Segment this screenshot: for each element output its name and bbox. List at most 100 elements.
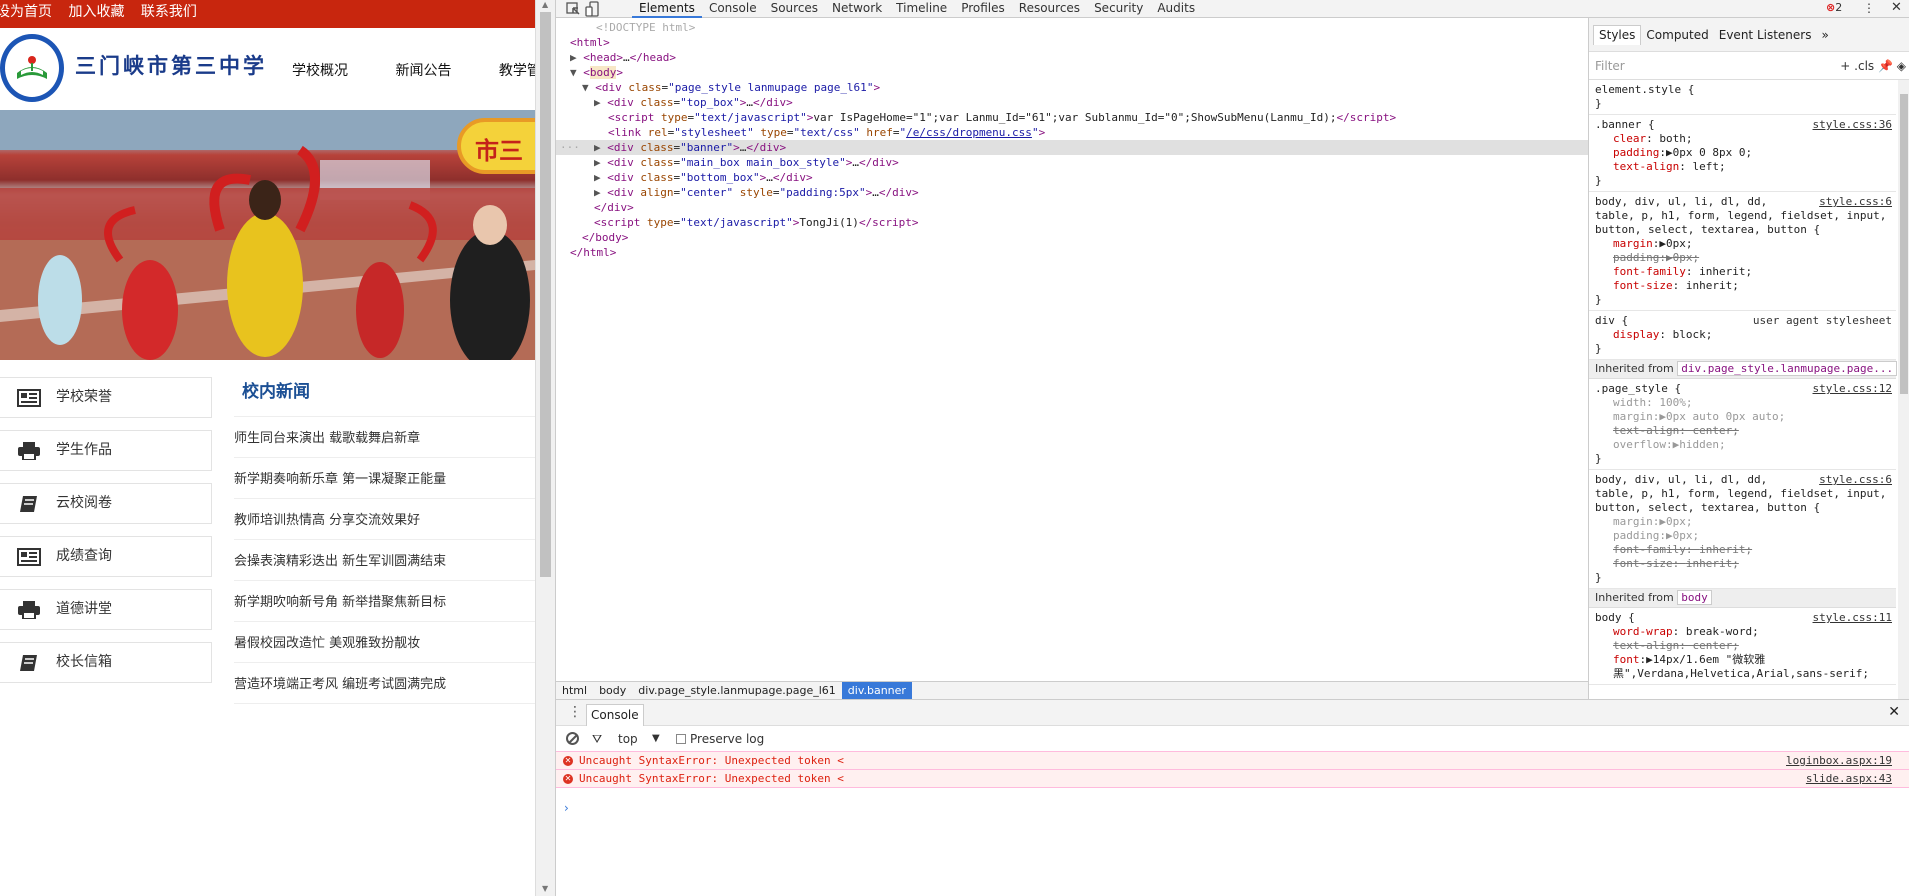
dom-page-div[interactable]: ▼ <div class="page_style lanmupage page_… [582, 80, 1614, 95]
tab-timeline[interactable]: Timeline [889, 0, 954, 18]
contact-link[interactable]: 联系我们 [141, 4, 197, 20]
dom-doctype[interactable]: <!DOCTYPE html> [596, 20, 1628, 35]
dom-html-close[interactable]: </html> [570, 245, 1602, 260]
crumb-banner[interactable]: div.banner [841, 682, 912, 699]
news-item[interactable]: 暑假校园改造忙 美观雅致扮靓妆 [234, 622, 535, 663]
expand-triangle-icon[interactable]: ▶ [570, 51, 583, 64]
tab-console[interactable]: Console [702, 0, 764, 18]
prop-value[interactable]: hidden; [1679, 438, 1725, 451]
rule-source-link[interactable]: style.css:6 [1819, 195, 1892, 209]
error-count-badge[interactable]: ⊗2 [1826, 0, 1842, 16]
tab-computed[interactable]: Computed [1641, 26, 1713, 46]
prop-name[interactable]: padding [1613, 529, 1659, 542]
tab-styles[interactable]: Styles [1593, 25, 1642, 45]
rule-div-ua[interactable]: div { user agent stylesheet display: blo… [1589, 311, 1896, 360]
context-selector[interactable]: top [618, 726, 638, 752]
more-options-icon[interactable]: ⋮ [1863, 0, 1875, 16]
expand-triangle-icon[interactable]: ▶ [594, 186, 607, 199]
rule-source-link[interactable]: style.css:36 [1813, 118, 1892, 132]
styles-scrollbar[interactable] [1898, 80, 1909, 699]
rule-source-link[interactable]: style.css:11 [1813, 611, 1892, 625]
rule-source-link[interactable]: style.css:12 [1813, 382, 1892, 396]
prop-value[interactable]: 0px; [1666, 237, 1693, 250]
page-scrollbar-thumb[interactable] [540, 12, 551, 577]
dom-tongji-script[interactable]: <script type="text/javascript">TongJi(1)… [594, 215, 1626, 230]
rule-page-style[interactable]: .page_style { style.css:12 width: 100%; … [1589, 379, 1896, 470]
prop-value[interactable]: 0px 0 8px 0; [1673, 146, 1752, 159]
crumb-body[interactable]: body [593, 682, 632, 699]
dom-bottom-box[interactable]: ▶ <div class="bottom_box">…</div> [594, 170, 1626, 185]
prop-name[interactable]: font-family [1613, 543, 1686, 556]
dom-center-div[interactable]: ▶ <div align="center" style="padding:5px… [594, 185, 1626, 200]
news-title[interactable]: 校内新闻 [234, 377, 535, 417]
tab-elements[interactable]: Elements [632, 0, 702, 18]
filter-input[interactable]: Filter [1595, 59, 1625, 73]
add-favorite-link[interactable]: 加入收藏 [68, 4, 124, 20]
dropdown-arrow-icon[interactable]: ▼ [652, 726, 660, 752]
inspect-element-icon[interactable] [566, 1, 606, 17]
console-prompt[interactable]: › [564, 801, 569, 815]
dom-main-box[interactable]: ▶ <div class="main_box main_box_style">…… [594, 155, 1626, 170]
side-item-moral-lecture[interactable]: 道德讲堂 [0, 589, 212, 630]
styles-filter[interactable]: Filter + .cls 📌 ◈ [1589, 52, 1909, 80]
styles-scrollbar-thumb[interactable] [1900, 94, 1908, 394]
expand-triangle-icon[interactable]: ▶ [594, 96, 607, 109]
rule-element-style[interactable]: element.style {} [1589, 80, 1896, 115]
dom-head[interactable]: ▶ <head>…</head> [570, 50, 1602, 65]
tab-event-listeners[interactable]: Event Listeners [1714, 26, 1817, 46]
page-scrollbar[interactable]: ▲ ▼ [535, 0, 555, 896]
prop-value[interactable]: 0px; [1673, 251, 1700, 264]
filter-icon[interactable]: ⛛ [592, 726, 602, 752]
add-rule-cls-button[interactable]: + .cls [1840, 59, 1874, 73]
dom-html[interactable]: <html> [570, 35, 1602, 50]
prop-name[interactable]: width [1613, 396, 1646, 409]
crumb-html[interactable]: html [556, 682, 593, 699]
console-error[interactable]: ✕ Uncaught SyntaxError: Unexpected token… [556, 751, 1909, 770]
link-href[interactable]: /e/css/dropmenu.css [906, 126, 1032, 139]
side-item-principal-mailbox[interactable]: 校长信箱 [0, 642, 212, 683]
set-homepage-link[interactable]: 设为首页 [0, 4, 52, 20]
drawer-tab-console[interactable]: Console [586, 704, 644, 726]
prop-name[interactable]: text-align [1613, 639, 1679, 652]
error-location-link[interactable]: loginbox.aspx:19 [1786, 752, 1892, 770]
console-error[interactable]: ✕ Uncaught SyntaxError: Unexpected token… [556, 769, 1909, 788]
checkbox-icon[interactable] [676, 734, 686, 744]
inherited-from-link[interactable]: body [1677, 590, 1712, 605]
dom-script[interactable]: <script type="text/javascript">var IsPag… [608, 110, 1640, 125]
prop-name[interactable]: word-wrap [1613, 625, 1673, 638]
prop-value[interactable]: inherit; [1686, 279, 1739, 292]
dom-banner-selected[interactable]: ··· ▶ <div class="banner">…</div> [556, 140, 1588, 155]
prop-name[interactable]: display [1613, 328, 1659, 341]
prop-name[interactable]: padding [1613, 146, 1659, 159]
side-item-student-works[interactable]: 学生作品 [0, 430, 212, 471]
school-name[interactable]: 三门峡市第三中学 [75, 50, 267, 80]
tab-sources[interactable]: Sources [764, 0, 825, 18]
rule-source-link[interactable]: style.css:6 [1819, 473, 1892, 487]
school-logo-icon[interactable] [0, 34, 64, 102]
side-item-grades[interactable]: 成绩查询 [0, 536, 212, 577]
rule-reset-inherited[interactable]: body, div, ul, li, dl, dd, table, p, h1,… [1589, 470, 1896, 589]
dom-div-close[interactable]: </div> [594, 200, 1626, 215]
prop-name[interactable]: margin [1613, 515, 1653, 528]
prop-name[interactable]: overflow [1613, 438, 1666, 451]
prop-value[interactable]: 14px/1.6em "微软雅黑",Verdana,Helvetica,Aria… [1613, 653, 1869, 680]
news-item[interactable]: 师生同台来演出 载歌载舞启新章 [234, 417, 535, 458]
close-drawer-icon[interactable]: ✕ [1888, 704, 1900, 720]
news-item[interactable]: 营造环境端正考风 编班考试圆满完成 [234, 663, 535, 704]
prop-name[interactable]: font-size [1613, 557, 1673, 570]
error-location-link[interactable]: slide.aspx:43 [1806, 770, 1892, 788]
expand-triangle-icon[interactable]: ▶ [594, 156, 607, 169]
prop-value[interactable]: 0px auto 0px auto; [1666, 410, 1785, 423]
prop-name[interactable]: margin [1613, 237, 1653, 250]
rule-banner[interactable]: .banner { style.css:36 clear: both; padd… [1589, 115, 1896, 192]
dom-ellipsis-icon[interactable]: ··· [560, 140, 580, 155]
expand-triangle-icon[interactable]: ▶ [594, 171, 607, 184]
pin-icon[interactable]: 📌 [1878, 59, 1893, 73]
rule-reset[interactable]: body, div, ul, li, dl, dd, table, p, h1,… [1589, 192, 1896, 311]
inherited-from-link[interactable]: div.page_style.lanmupage.page... [1677, 361, 1898, 376]
scroll-up-arrow-icon[interactable]: ▲ [542, 0, 548, 9]
prop-value[interactable]: left; [1692, 160, 1725, 173]
side-item-honors[interactable]: 学校荣誉 [0, 377, 212, 418]
news-item[interactable]: 教师培训热情高 分享交流效果好 [234, 499, 535, 540]
dom-body[interactable]: ▼ <body> [570, 65, 1602, 80]
